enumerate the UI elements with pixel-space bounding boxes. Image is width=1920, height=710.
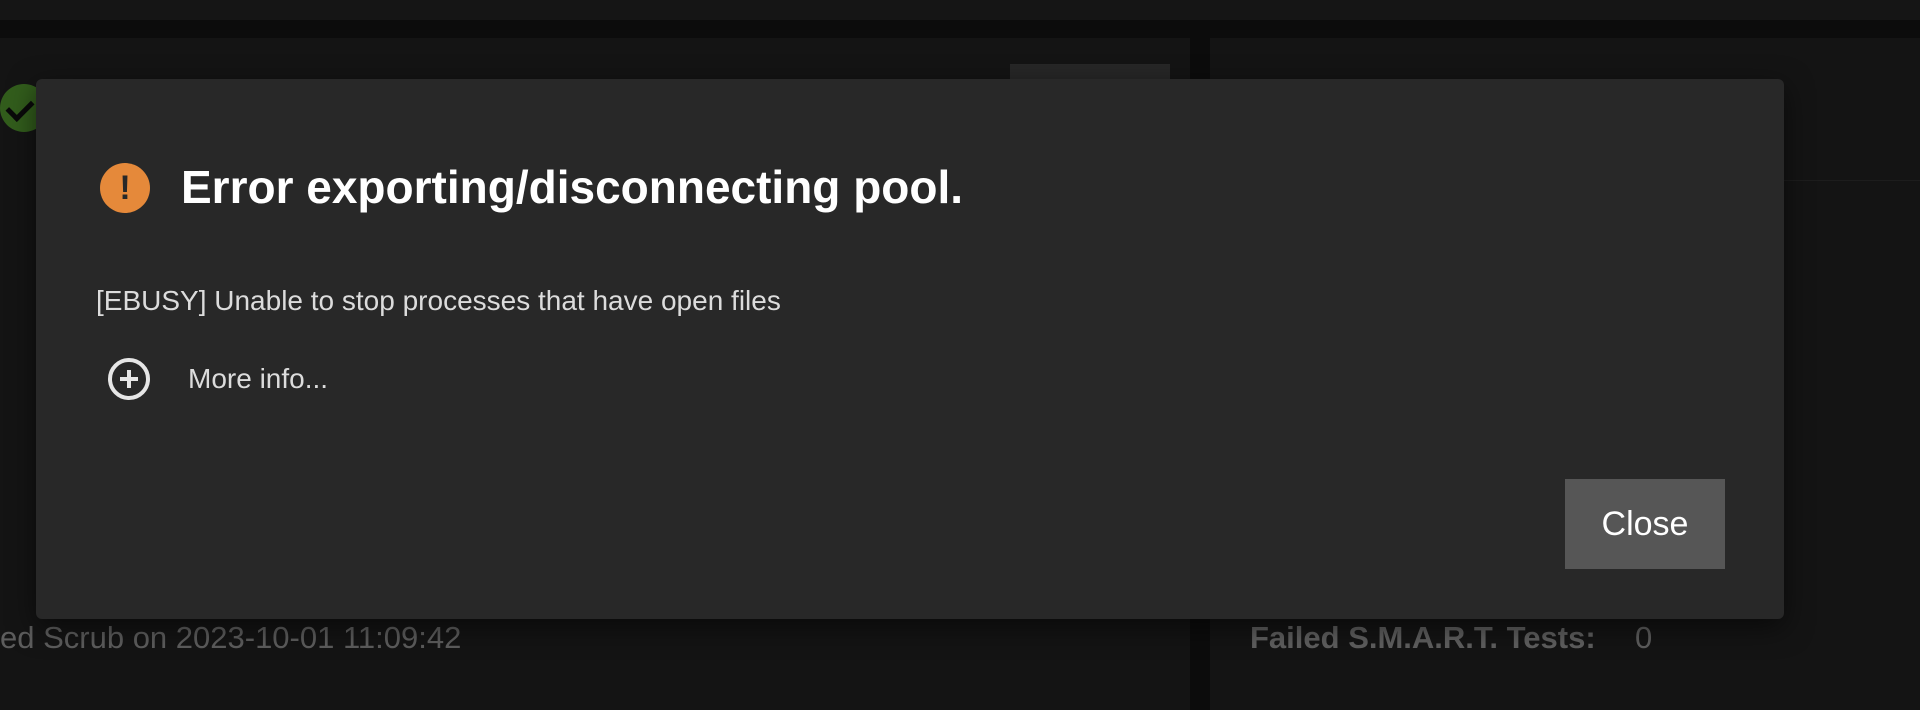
- warning-icon: !: [100, 163, 150, 213]
- plus-circle-icon: [108, 358, 150, 400]
- more-info-label: More info...: [188, 363, 329, 394]
- close-button[interactable]: Close: [1565, 479, 1725, 569]
- error-message: [EBUSY] Unable to stop processes that ha…: [96, 285, 781, 316]
- app-stage: ed Scrub on 2023-10-01 11:09:42 Failed S…: [0, 0, 1920, 710]
- error-dialog: ! Error exporting/disconnecting pool. [E…: [36, 79, 1784, 619]
- more-info-toggle[interactable]: More info...: [108, 351, 328, 407]
- dialog-title: Error exporting/disconnecting pool.: [181, 161, 964, 213]
